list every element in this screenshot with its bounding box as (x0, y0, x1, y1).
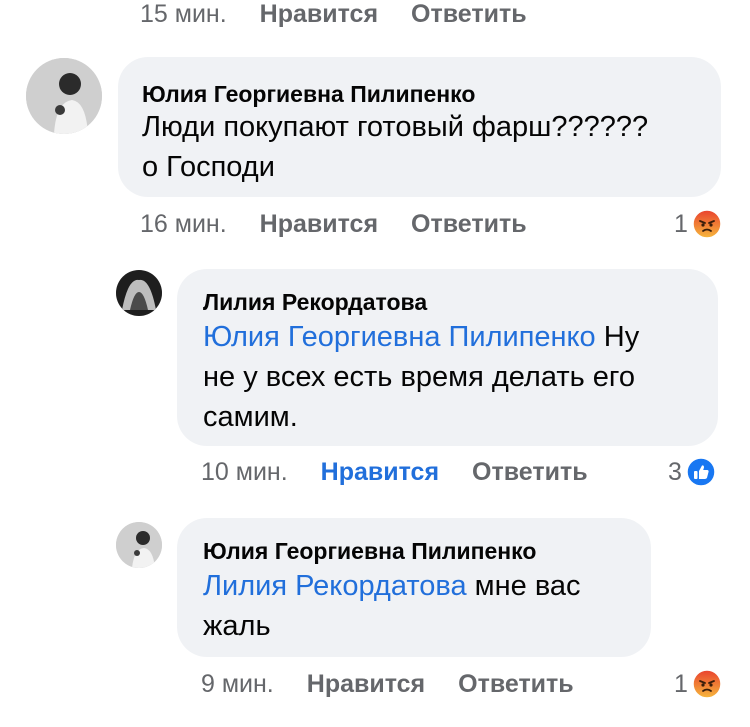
comment-timestamp: 16 мин. (140, 209, 227, 238)
comment-text-line: не у всех есть время делать его (203, 361, 635, 393)
comment-actions-row: 10 мин. Нравится Ответить (201, 456, 588, 488)
comment-author[interactable]: Лилия Рекордатова (203, 291, 427, 314)
reply-button[interactable]: Ответить (411, 210, 527, 239)
reaction-count: 3 (668, 457, 682, 486)
reaction-summary[interactable]: 1 (674, 668, 722, 700)
like-button[interactable]: Нравится (260, 0, 378, 29)
comment-text: Люди покупают готовый фарш?????? о Госпо… (142, 107, 648, 187)
reaction-count: 1 (674, 209, 688, 238)
avatar-photo-icon (116, 522, 162, 568)
reaction-summary[interactable]: 3 (668, 456, 716, 488)
comment-text-line: самим. (203, 401, 298, 433)
comment-text-fragment: мне вас (466, 570, 581, 602)
reaction-summary[interactable]: 1 (674, 208, 722, 240)
reply-button[interactable]: Ответить (472, 458, 588, 487)
reply-button[interactable]: Ответить (411, 0, 527, 29)
like-button[interactable]: Нравится (321, 458, 439, 487)
comment-text-line: Юлия Георгиевна Пилипенко Ну (203, 317, 639, 357)
like-button[interactable]: Нравится (260, 210, 378, 239)
mention-link[interactable]: Лилия Рекордатова (203, 570, 467, 602)
comment-bubble: Юлия Георгиевна Пилипенко Лилия Рекордат… (177, 518, 651, 657)
comment-bubble: Лилия Рекордатова Юлия Георгиевна Пилипе… (177, 269, 718, 446)
comment-timestamp: 15 мин. (140, 0, 227, 28)
comment-actions-row: 15 мин. Нравится Ответить (140, 0, 527, 29)
comment-text-line: жаль (203, 610, 271, 642)
comment-timestamp: 9 мин. (201, 669, 274, 698)
comment-bubble: Юлия Георгиевна Пилипенко Люди покупают … (118, 57, 721, 197)
comment-timestamp: 10 мин. (201, 457, 288, 486)
like-reaction-icon (686, 457, 716, 487)
comment-actions-row: 16 мин. Нравится Ответить (140, 208, 527, 240)
comment-text: Лилия Рекордатова мне вас жаль (203, 566, 581, 646)
reaction-count: 1 (674, 669, 688, 698)
comment-text-line: о Господи (142, 151, 275, 183)
comment-author[interactable]: Юлия Георгиевна Пилипенко (203, 540, 536, 563)
comment-text-fragment: Ну (595, 321, 640, 353)
comment-author[interactable]: Юлия Георгиевна Пилипенко (142, 83, 475, 106)
avatar[interactable] (116, 522, 162, 568)
avatar-photo-icon (26, 58, 102, 134)
comment-text: Юлия Георгиевна Пилипенко Ну не у всех е… (203, 317, 639, 437)
reply-button[interactable]: Ответить (458, 670, 574, 699)
avatar[interactable] (26, 58, 102, 134)
comment-text-line: Лилия Рекордатова мне вас (203, 566, 581, 606)
mention-link[interactable]: Юлия Георгиевна Пилипенко (203, 321, 596, 353)
angry-reaction-icon (692, 669, 722, 699)
like-button[interactable]: Нравится (307, 670, 425, 699)
comment-text-line: Люди покупают готовый фарш?????? (142, 111, 649, 143)
angry-reaction-icon (692, 209, 722, 239)
avatar[interactable] (116, 270, 162, 316)
avatar-photo-icon (116, 270, 162, 316)
comment-actions-row: 9 мин. Нравится Ответить (201, 668, 574, 700)
